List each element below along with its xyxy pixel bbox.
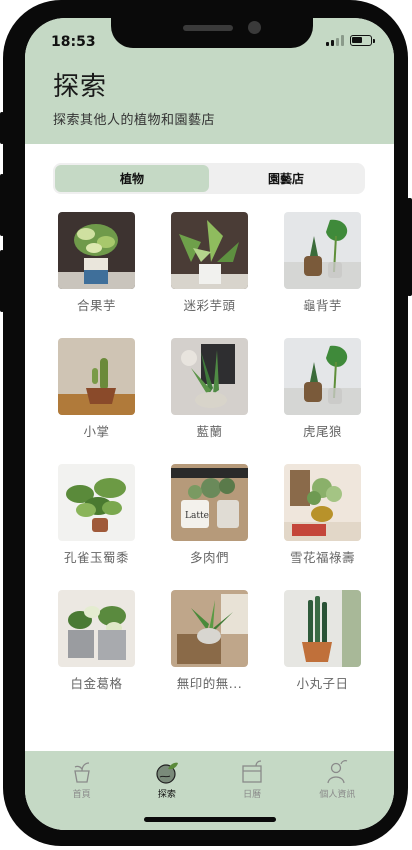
tab-label: 首頁: [72, 790, 91, 800]
plant-photo: [58, 338, 135, 415]
plant-photo: Latte: [171, 464, 248, 541]
phone-frame: 18:53 探索 探索其他人的植物和園藝店 植物 園藝店 合果芋 迷彩芋頭 龜背…: [3, 0, 408, 846]
plant-photo: [171, 338, 248, 415]
tab-home[interactable]: 首頁: [39, 751, 124, 830]
plant-photo: [171, 590, 248, 667]
home-indicator: [144, 817, 276, 822]
segmented-control: 植物 園藝店: [53, 163, 365, 194]
plant-photo: [171, 212, 248, 289]
plant-grid: 合果芋 迷彩芋頭 龜背芋 小掌 藍蘭 虎尾狼 孔雀玉蜀黍 Latte 多肉們 雪…: [43, 206, 379, 710]
plant-name: 小丸子日: [296, 676, 349, 691]
page-subtitle: 探索其他人的植物和園藝店: [53, 113, 216, 128]
tab-label: 日曆: [243, 790, 262, 800]
notch: [111, 18, 313, 48]
plant-name: 龜背芋: [302, 298, 342, 313]
plant-name: 藍蘭: [196, 424, 223, 439]
plant-card[interactable]: 白金葛格: [43, 584, 150, 710]
segment-plants[interactable]: 植物: [55, 165, 209, 192]
plant-card[interactable]: 小掌: [43, 332, 150, 458]
speaker: [183, 25, 233, 31]
volume-down-button: [0, 250, 4, 312]
plant-photo: [284, 338, 361, 415]
plant-name: 白金葛格: [70, 676, 123, 691]
plant-card[interactable]: 龜背芋: [269, 206, 376, 332]
plant-name: 雪花福祿壽: [289, 550, 355, 565]
plant-name: 無印的無...: [176, 676, 243, 691]
app-screen: 18:53 探索 探索其他人的植物和園藝店 植物 園藝店 合果芋 迷彩芋頭 龜背…: [25, 18, 394, 830]
plant-name: 小掌: [83, 424, 110, 439]
plant-card[interactable]: 無印的無...: [156, 584, 263, 710]
plant-photo: [58, 590, 135, 667]
calendar-plant-icon: [242, 760, 262, 783]
mute-switch: [0, 112, 4, 144]
tab-label: 探索: [157, 790, 176, 800]
plant-card[interactable]: 小丸子日: [269, 584, 376, 710]
plant-card[interactable]: 藍蘭: [156, 332, 263, 458]
plant-photo: [284, 212, 361, 289]
plant-name: 迷彩芋頭: [183, 298, 236, 313]
pot-icon: [73, 762, 90, 783]
page-title: 探索: [53, 72, 108, 102]
plant-card[interactable]: 虎尾狼: [269, 332, 376, 458]
status-time: 18:53: [51, 34, 96, 50]
volume-up-button: [0, 174, 4, 236]
person-sprout-icon: [327, 760, 348, 784]
battery-icon: [350, 35, 375, 46]
plant-card[interactable]: 雪花福祿壽: [269, 458, 376, 584]
plant-photo: [58, 464, 135, 541]
tab-profile[interactable]: 個人資訊: [295, 751, 380, 830]
status-icons: [326, 35, 375, 46]
plant-name: 合果芋: [76, 298, 116, 313]
tab-label: 個人資訊: [319, 790, 356, 800]
signal-icon: [326, 35, 344, 46]
plant-card[interactable]: 迷彩芋頭: [156, 206, 263, 332]
segment-gardening-shops[interactable]: 園藝店: [209, 165, 363, 192]
plant-name: 多肉們: [189, 550, 229, 565]
plant-photo: [58, 212, 135, 289]
plant-card[interactable]: Latte 多肉們: [156, 458, 263, 584]
plant-photo: [284, 590, 361, 667]
plant-photo: [284, 464, 361, 541]
svg-text:Latte: Latte: [185, 511, 209, 521]
camera: [248, 21, 261, 34]
plant-card[interactable]: 合果芋: [43, 206, 150, 332]
plant-name: 虎尾狼: [302, 424, 342, 439]
plant-card[interactable]: 孔雀玉蜀黍: [43, 458, 150, 584]
power-button: [407, 198, 412, 296]
plant-name: 孔雀玉蜀黍: [63, 550, 129, 565]
globe-plant-icon: [156, 762, 178, 784]
